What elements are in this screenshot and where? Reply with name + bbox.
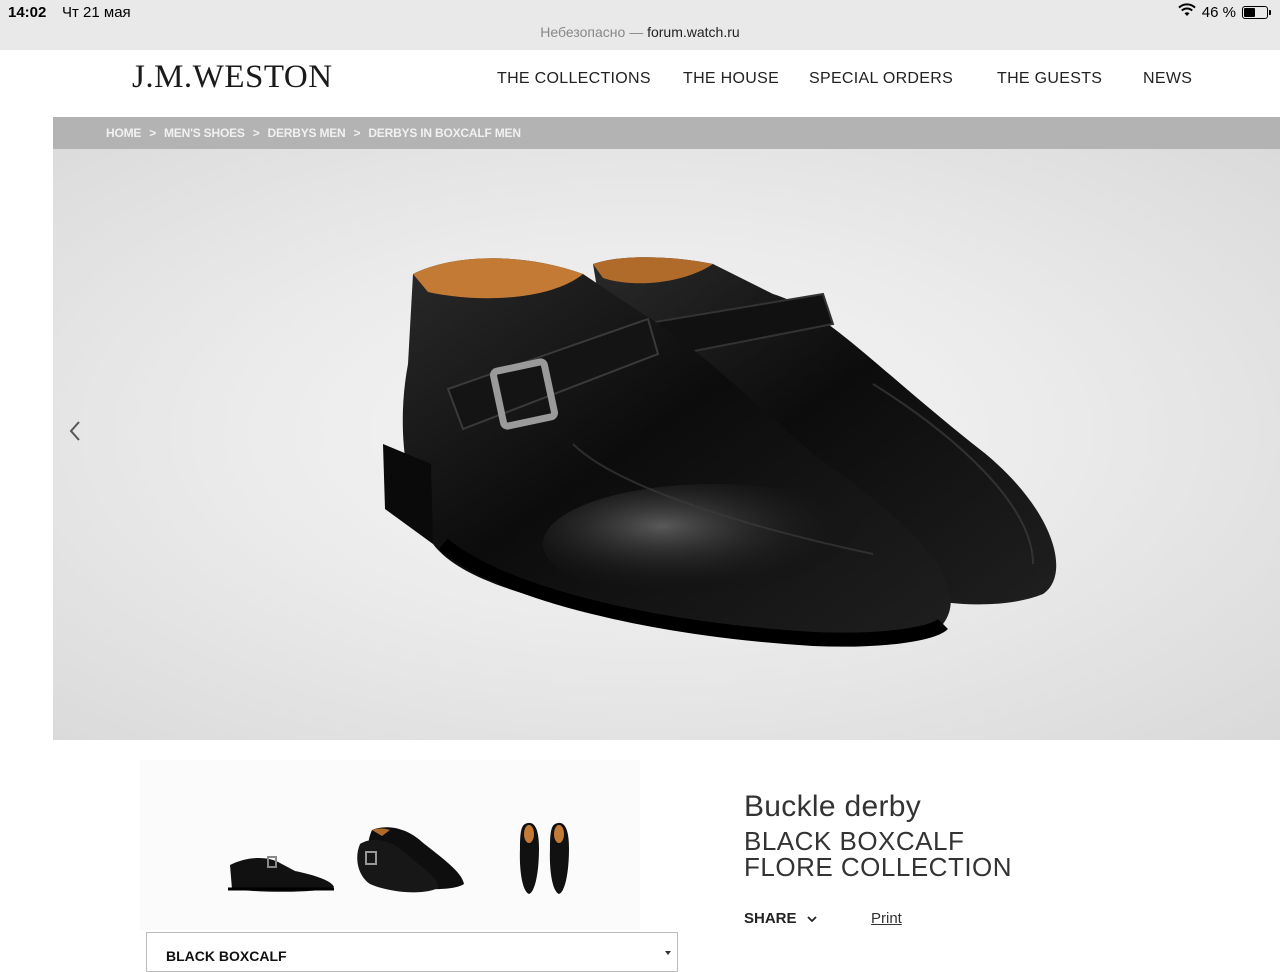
status-date: Чт 21 мая (62, 4, 131, 21)
thumbnail-top-view[interactable] (515, 818, 575, 898)
material-select[interactable]: BLACK BOXCALF (146, 932, 678, 972)
nav-news[interactable]: NEWS (1143, 70, 1192, 88)
status-right: 46 % (1178, 3, 1271, 21)
breadcrumb-mens-shoes[interactable]: MEN'S SHOES (164, 126, 245, 140)
share-label: SHARE (744, 910, 797, 927)
nav-the-collections[interactable]: THE COLLECTIONS (497, 70, 651, 88)
breadcrumb-home[interactable]: HOME (106, 126, 141, 140)
battery-level (1244, 7, 1256, 17)
site-header: J.M.WESTON THE COLLECTIONS THE HOUSE SPE… (0, 50, 1280, 116)
thumbnail-gallery (140, 760, 640, 930)
main-nav: THE COLLECTIONS THE HOUSE SPECIAL ORDERS… (0, 70, 1280, 94)
breadcrumb-separator: > (149, 126, 157, 140)
product-collection: FLORE COLLECTION (744, 852, 1013, 882)
wifi-icon (1178, 3, 1196, 21)
status-time: 14:02 (8, 4, 47, 21)
thumbnail-pair-view[interactable] (352, 822, 472, 897)
breadcrumb: HOME > MEN'S SHOES > DERBYS MEN > DERBYS… (53, 117, 1280, 149)
chevron-left-icon[interactable] (65, 419, 85, 443)
caret-down-icon (663, 941, 673, 961)
status-bar: 14:02 Чт 21 мая 46 % Небезопасно — forum… (0, 0, 1280, 50)
battery-icon (1242, 5, 1271, 19)
thumbnail-side-view[interactable] (220, 845, 340, 895)
chevron-down-icon (806, 910, 817, 927)
address-bar[interactable]: Небезопасно — forum.watch.ru (0, 24, 1280, 40)
battery-percent: 46 % (1201, 3, 1236, 21)
breadcrumb-derbys-men[interactable]: DERBYS MEN (268, 126, 346, 140)
address-host: forum.watch.ru (647, 24, 740, 40)
product-title: Buckle derby (744, 790, 922, 823)
nav-the-house[interactable]: THE HOUSE (683, 70, 779, 88)
product-hero-image (53, 149, 1280, 740)
material-select-value: BLACK BOXCALF (166, 948, 287, 964)
print-link[interactable]: Print (871, 910, 902, 927)
address-insecure-label: Небезопасно — (540, 24, 644, 40)
share-button[interactable]: SHARE (744, 910, 817, 927)
nav-the-guests[interactable]: THE GUESTS (997, 70, 1102, 88)
breadcrumb-separator: > (252, 126, 260, 140)
shoe-pair-illustration (383, 257, 1057, 647)
nav-special-orders[interactable]: SPECIAL ORDERS (809, 70, 953, 88)
breadcrumb-current: DERBYS IN BOXCALF MEN (368, 126, 521, 140)
breadcrumb-separator: > (353, 126, 361, 140)
